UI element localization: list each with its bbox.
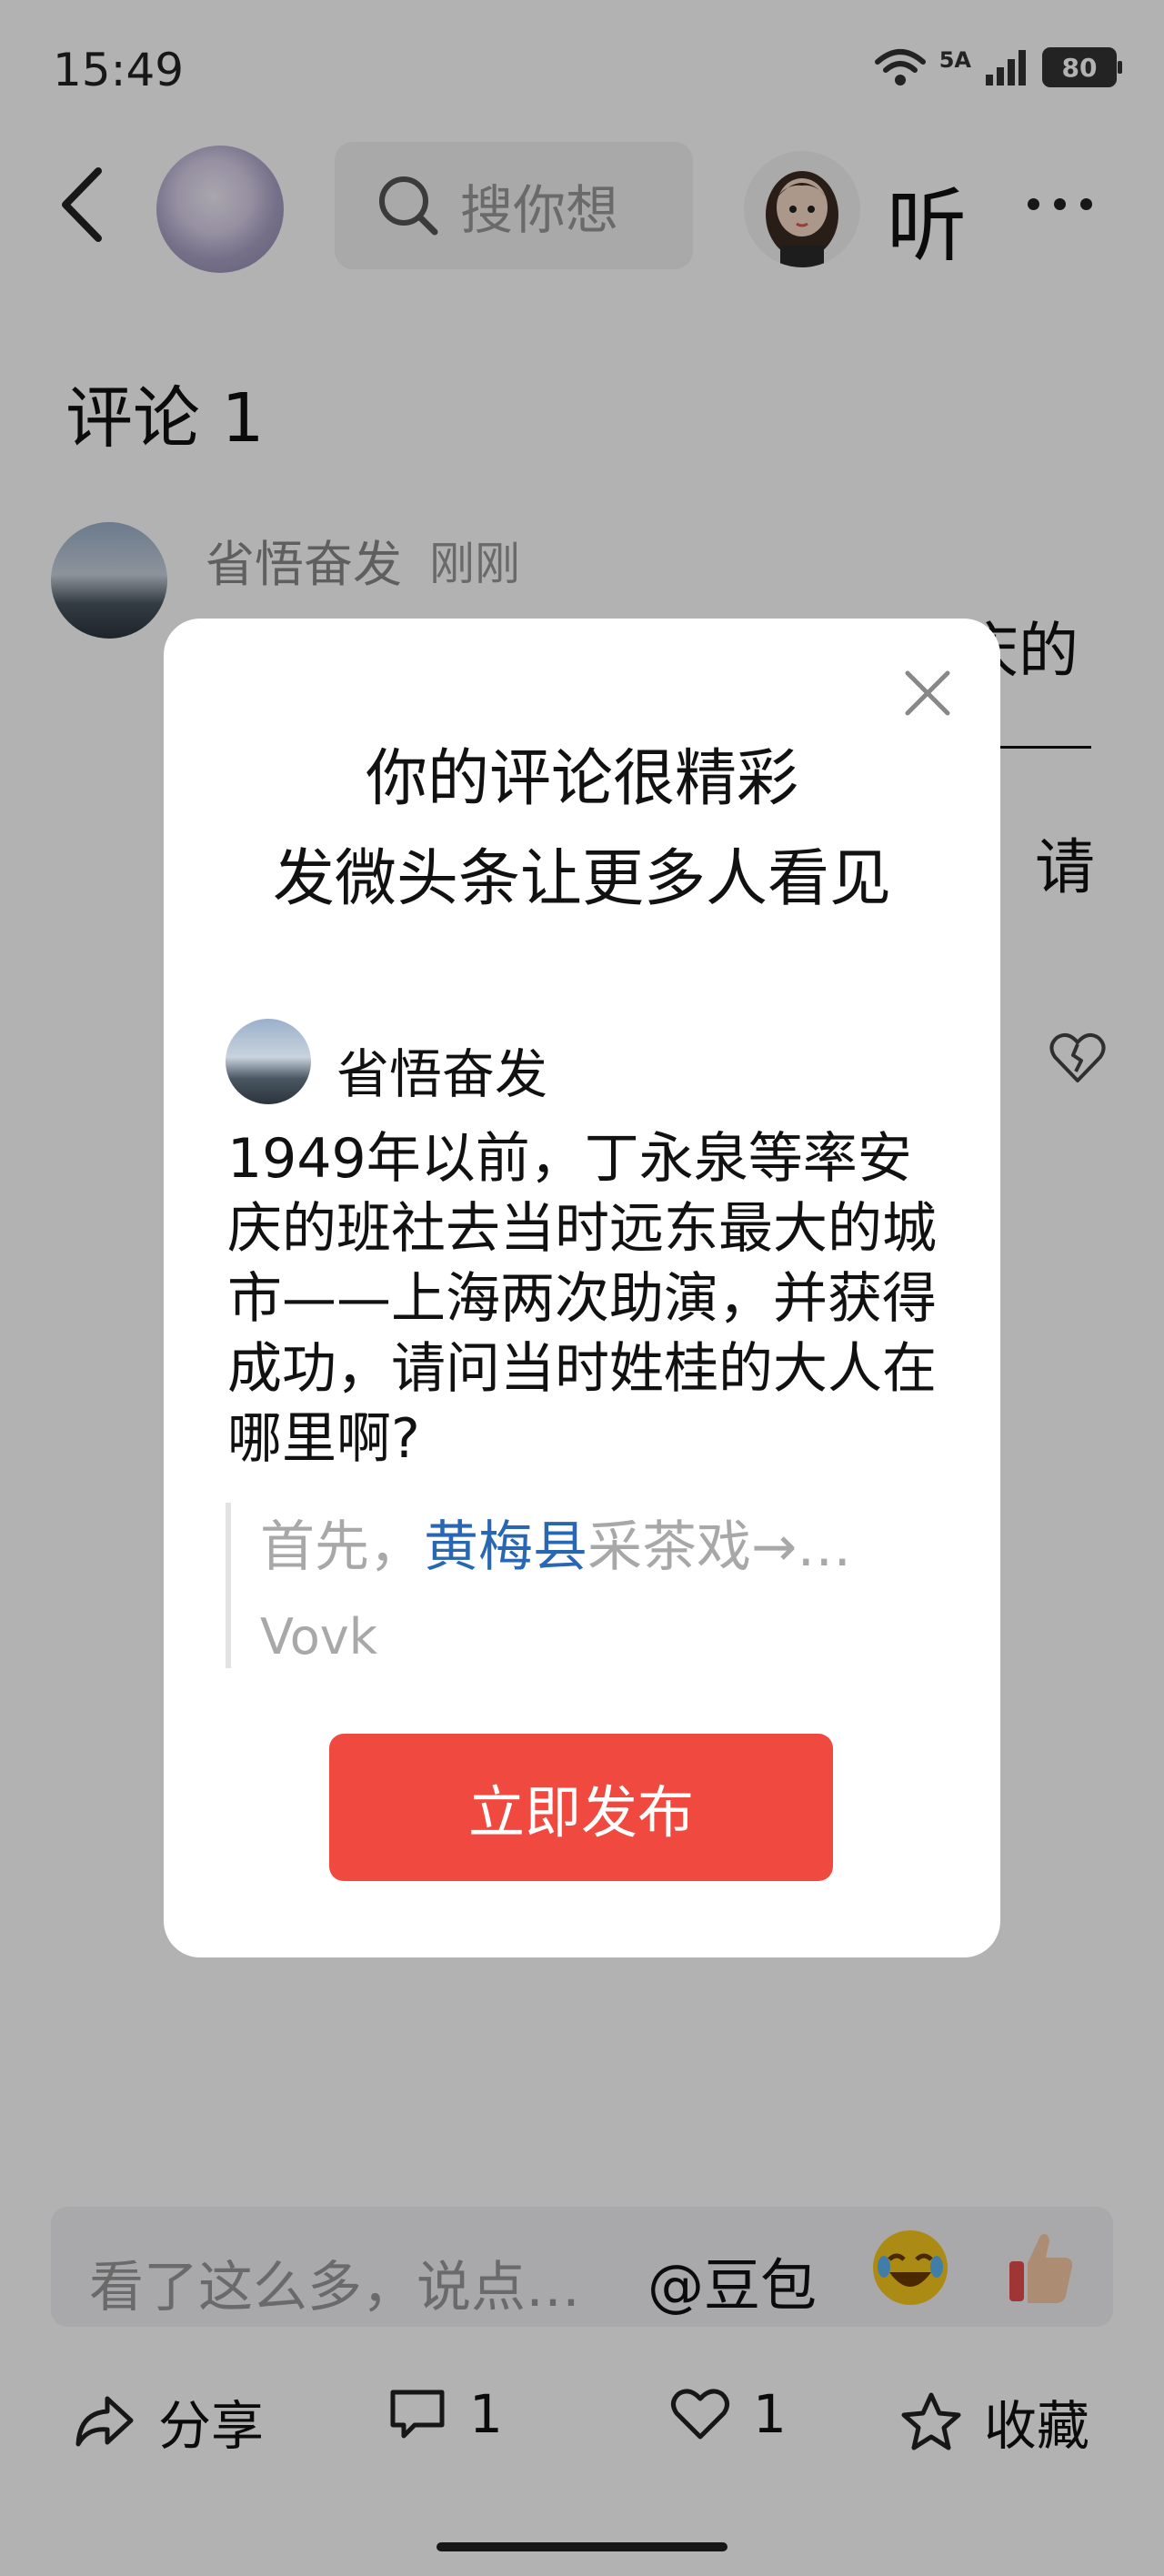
quote-text: 首先，黄梅县采茶戏→… xyxy=(260,1503,851,1582)
publish-button[interactable]: 立即发布 xyxy=(329,1734,833,1881)
modal-user-avatar xyxy=(226,1019,311,1104)
quote-source: Vovk xyxy=(260,1608,378,1665)
quote-link[interactable]: 黄梅县 xyxy=(424,1515,587,1579)
modal-title-line2: 发微头条让更多人看见 xyxy=(272,843,891,915)
quote-suffix: 采茶戏→… xyxy=(587,1515,852,1579)
close-icon[interactable] xyxy=(900,666,955,720)
quote-bar xyxy=(226,1503,231,1668)
modal-title-line1: 你的评论很精彩 xyxy=(365,743,798,815)
modal-comment-text: 1949年以前，丁永泉等率安庆的班社去当时远东最大的城市——上海两次助演，并获得… xyxy=(227,1127,937,1471)
modal-user-name: 省悟奋发 xyxy=(336,1043,548,1105)
quote-prefix: 首先， xyxy=(260,1515,424,1579)
